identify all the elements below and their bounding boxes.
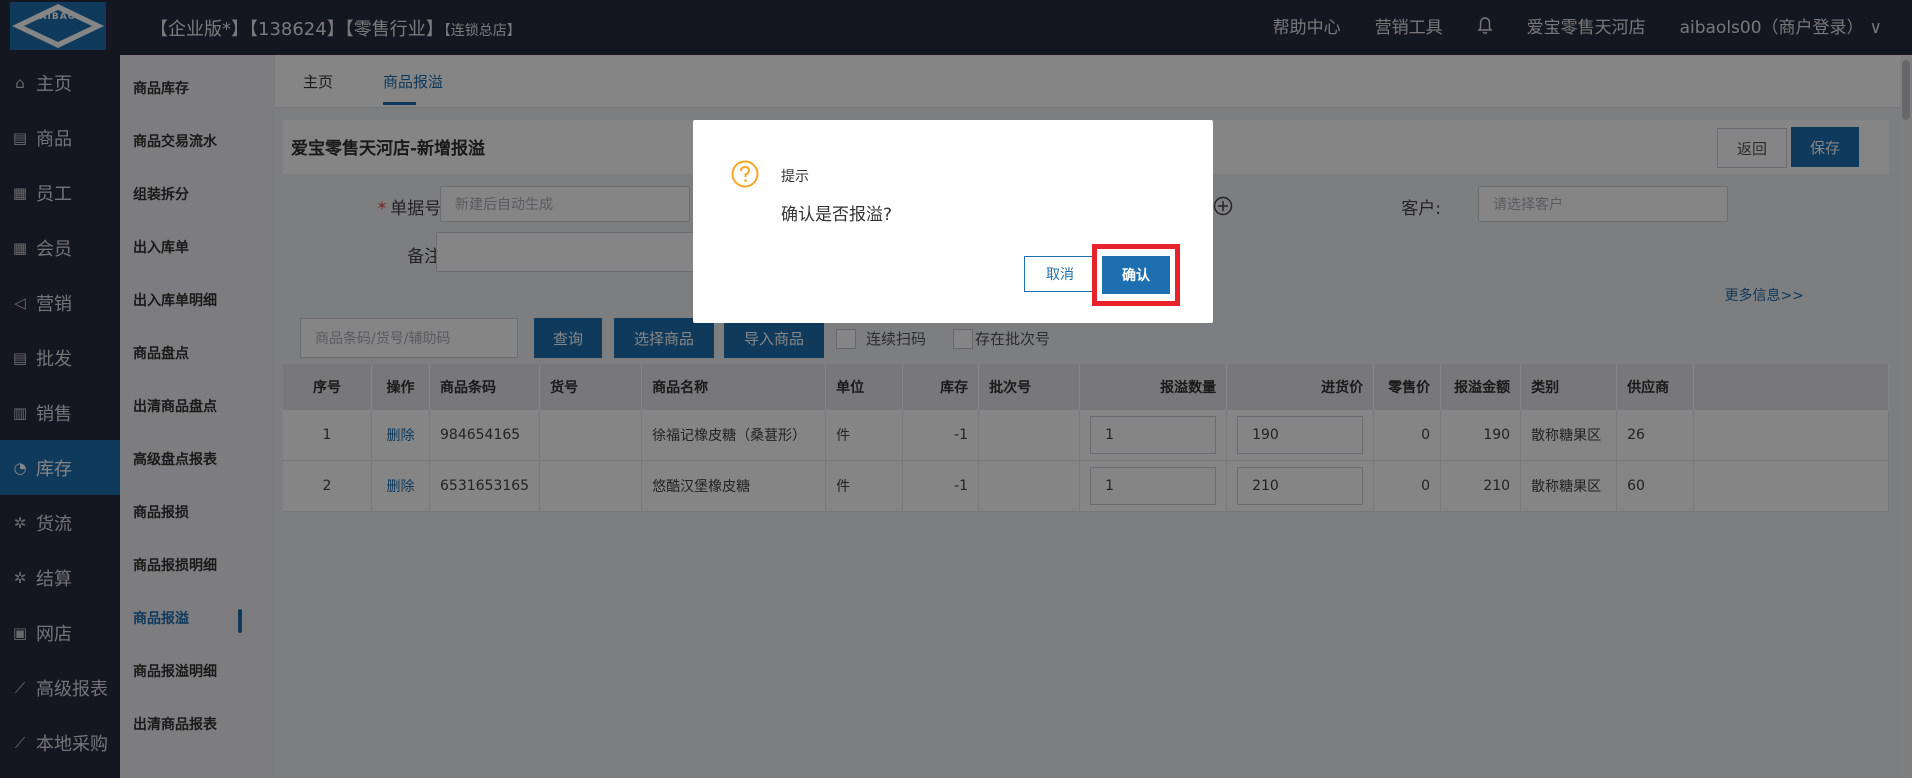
modal-overlay bbox=[0, 0, 1912, 778]
dialog-message: 确认是否报溢? bbox=[781, 205, 893, 225]
question-circle-icon bbox=[731, 160, 759, 188]
confirm-dialog: 提示 确认是否报溢? 取消 确认 bbox=[693, 120, 1213, 323]
dialog-cancel-button[interactable]: 取消 bbox=[1024, 256, 1096, 292]
dialog-confirm-button[interactable]: 确认 bbox=[1102, 256, 1170, 294]
dialog-title: 提示 bbox=[781, 169, 809, 185]
confirm-highlight-box: 确认 bbox=[1092, 244, 1180, 306]
